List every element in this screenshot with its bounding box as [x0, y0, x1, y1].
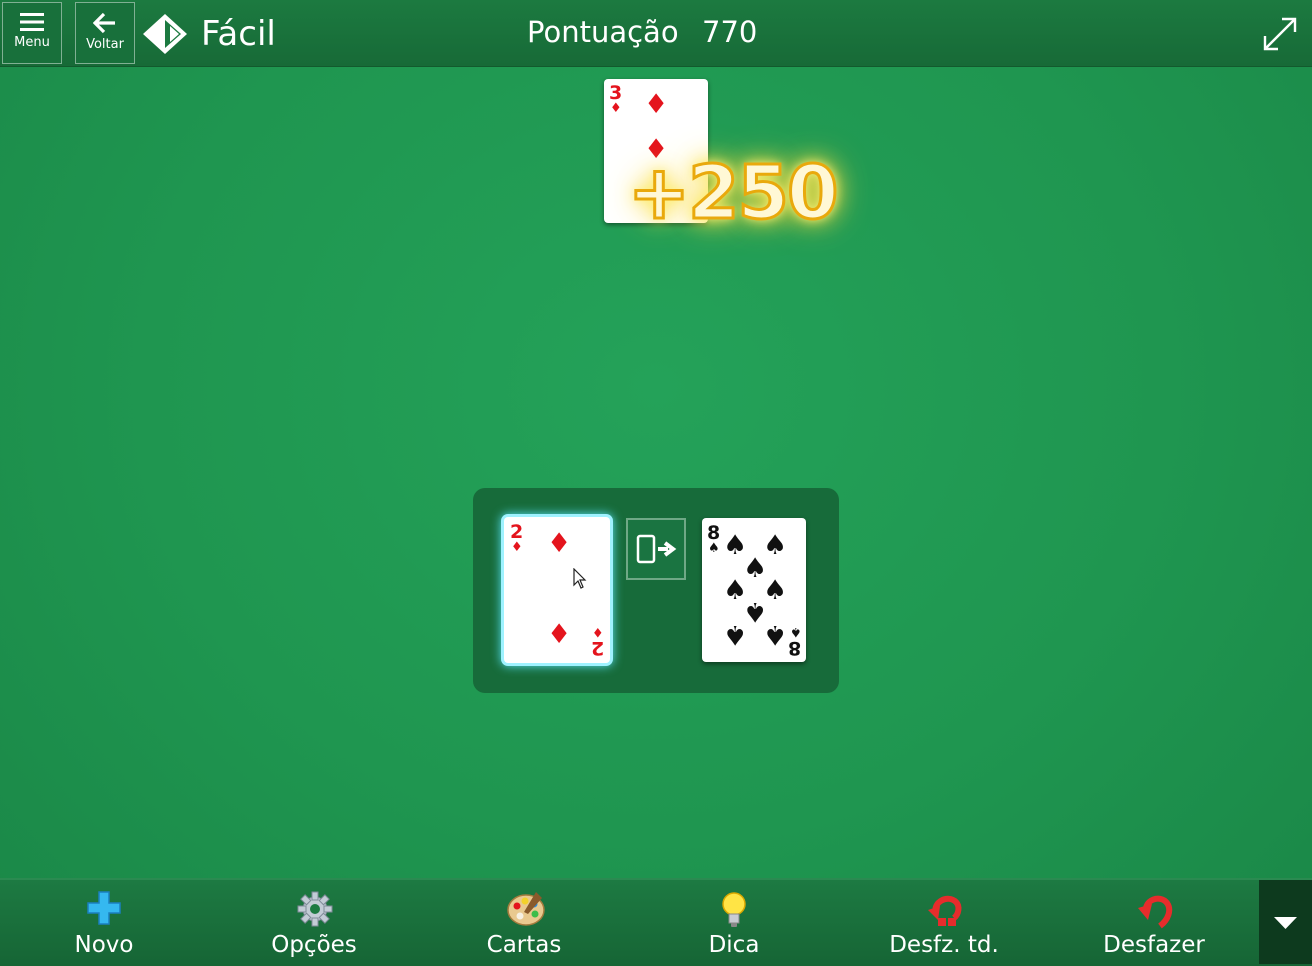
spade-pip: ♠: [723, 619, 748, 650]
hamburger-icon: [20, 13, 44, 31]
chevron-down-icon: [1274, 917, 1297, 929]
card-rank-bottom: 8: [788, 637, 802, 659]
undo-all-icon: [928, 895, 962, 926]
deal-next-button[interactable]: [626, 518, 686, 580]
diamond-pip: ♦: [644, 89, 669, 120]
card-rank-bottom: 2: [591, 637, 605, 659]
toolbar-label: Novo: [74, 932, 134, 958]
fullscreen-icon[interactable]: [1262, 16, 1298, 52]
card-suit-small: ♠: [708, 541, 720, 556]
more-options-button[interactable]: [1259, 880, 1312, 964]
hint-button[interactable]: Dica: [634, 880, 834, 966]
toolbar-label: Cartas: [486, 932, 562, 958]
waste-card-2-diamonds[interactable]: 2 ♦ ♦ ♦ 2 ♦: [504, 517, 610, 663]
palette-icon: [507, 892, 545, 926]
back-arrow-icon: [93, 12, 115, 34]
top-bar: Menu Voltar Fácil Pontuação 770: [0, 0, 1312, 67]
undo-icon: [1138, 895, 1173, 929]
menu-button[interactable]: Menu: [2, 2, 62, 64]
toolbar-label: Desfz. td.: [889, 932, 999, 958]
back-button[interactable]: Voltar: [75, 2, 135, 64]
toolbar-label: Opções: [271, 932, 357, 958]
toolbar-label: Desfazer: [1103, 932, 1205, 958]
card-suit-small-bottom: ♠: [790, 624, 802, 639]
difficulty-label: Fácil: [201, 14, 276, 54]
score-popup: +250: [626, 149, 839, 238]
bottom-toolbar: Novo Opções Cartas Dica Desfz. td. Desfa…: [0, 878, 1312, 966]
back-label: Voltar: [86, 37, 124, 52]
plus-icon: [87, 891, 121, 925]
undo-button[interactable]: Desfazer: [1054, 880, 1254, 966]
score-value: 770: [702, 15, 758, 49]
card-suit-small: ♦: [610, 101, 622, 116]
undo-all-button[interactable]: Desfz. td.: [844, 880, 1044, 966]
diamond-pip: ♦: [547, 619, 572, 650]
spade-pip: ♠: [763, 619, 788, 650]
menu-label: Menu: [14, 35, 50, 50]
solitaire-logo-icon: [143, 14, 187, 54]
lightbulb-icon: [722, 892, 746, 927]
options-button[interactable]: Opções: [214, 880, 414, 966]
toolbar-label: Dica: [708, 932, 760, 958]
mouse-cursor-icon: [573, 568, 587, 589]
diamond-pip: ♦: [547, 528, 572, 559]
new-game-button[interactable]: Novo: [4, 880, 204, 966]
card-suit-small-bottom: ♦: [592, 624, 604, 639]
card-8-spades[interactable]: 8 ♠ ♠ ♠ ♠ ♠ ♠ ♠ ♠ ♠ 8 ♠: [702, 518, 806, 662]
deal-card-arrow-icon: [636, 534, 677, 564]
score-label: Pontuação: [527, 15, 679, 49]
gear-icon: [297, 891, 333, 927]
card-suit-small: ♦: [511, 540, 523, 555]
cards-button[interactable]: Cartas: [424, 880, 624, 966]
